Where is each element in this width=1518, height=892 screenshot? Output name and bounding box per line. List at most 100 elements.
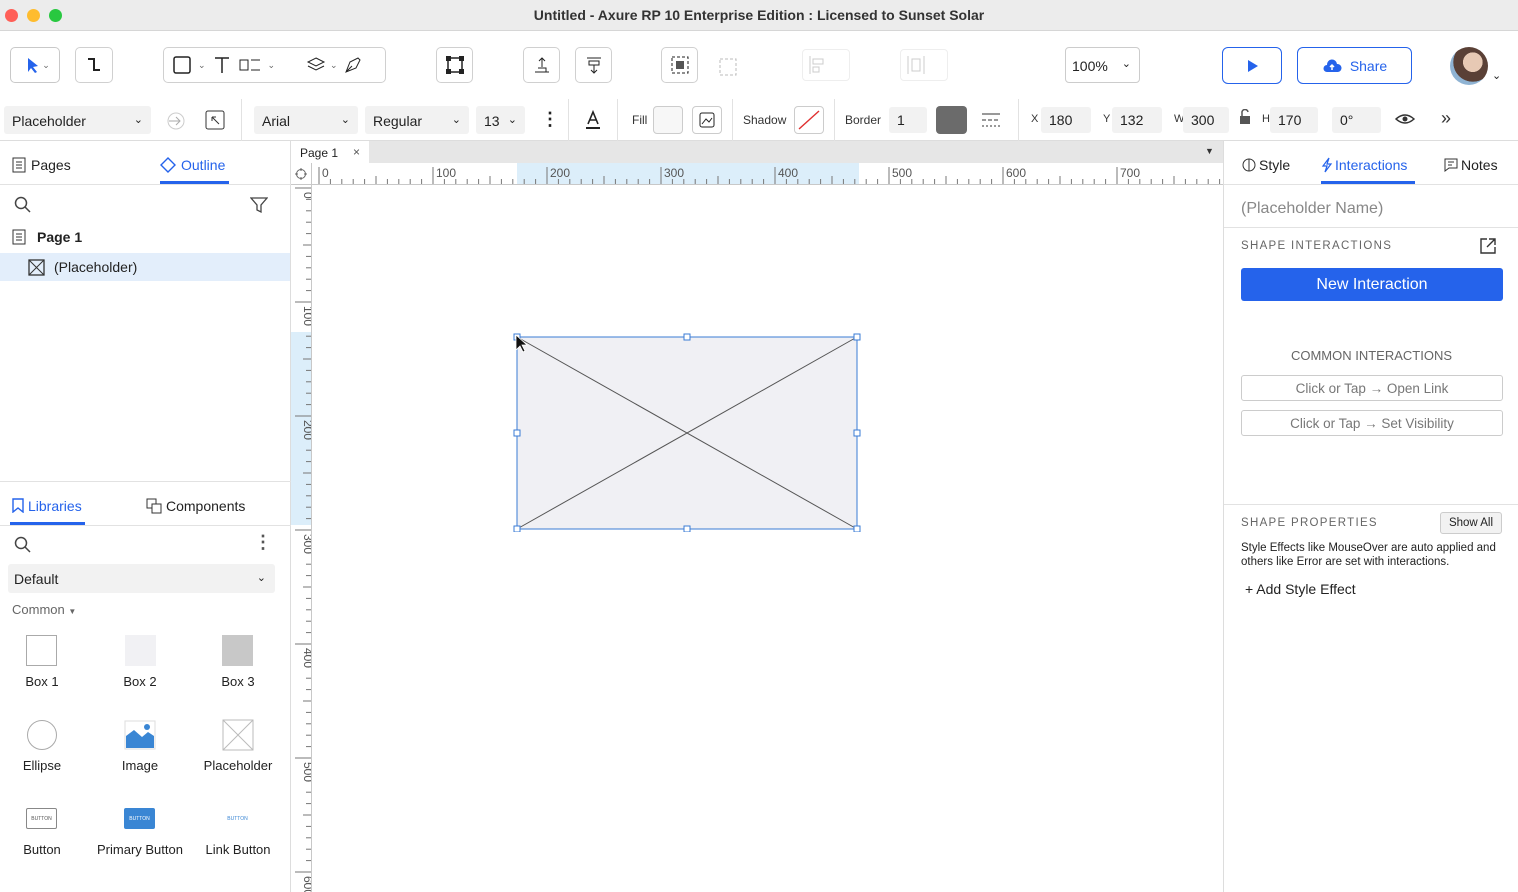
button-icon[interactable]: BUTTON	[26, 808, 57, 829]
chevron-down-icon[interactable]: ⌄	[1492, 69, 1501, 82]
tab-pages[interactable]: Pages	[31, 157, 71, 173]
select-tool-button[interactable]: ⌄	[10, 47, 60, 83]
filter-icon[interactable]	[249, 196, 269, 217]
fill-label: Fill	[632, 113, 648, 127]
widget-style-select[interactable]: Placeholder ⌄	[4, 106, 151, 134]
library-item-ellipse[interactable]: Ellipse	[0, 758, 91, 773]
box1-icon[interactable]	[26, 635, 57, 666]
text-color-button[interactable]	[584, 109, 602, 131]
fill-image-button[interactable]	[692, 106, 722, 134]
tab-style[interactable]: Style	[1259, 157, 1290, 173]
tab-libraries[interactable]: Libraries	[28, 498, 82, 514]
external-link-icon[interactable]	[1479, 237, 1497, 255]
ruler-label: 200	[301, 420, 312, 440]
ruler-label: 500	[892, 166, 912, 180]
search-icon[interactable]	[14, 196, 32, 217]
tab-notes[interactable]: Notes	[1461, 157, 1498, 173]
widget-name-field[interactable]: (Placeholder Name)	[1241, 200, 1383, 218]
rotation-input[interactable]: 0°	[1332, 107, 1381, 133]
ungroup-icon	[719, 58, 737, 76]
ruler-origin[interactable]	[291, 163, 312, 185]
ellipse-icon[interactable]	[26, 719, 58, 751]
ungroup-button[interactable]	[718, 57, 738, 80]
primary-button-icon[interactable]: BUTTON	[124, 808, 155, 829]
distribute-button[interactable]	[900, 49, 948, 81]
pen-icon[interactable]	[342, 54, 364, 76]
format-painter-button[interactable]	[204, 109, 226, 131]
height-input[interactable]: 170	[1270, 107, 1318, 133]
shadow-swatch[interactable]	[794, 106, 824, 134]
close-tab-icon[interactable]: ×	[353, 145, 360, 159]
box3-icon[interactable]	[222, 635, 253, 666]
common-interaction-open-link[interactable]: Click or Tap → Open Link	[1241, 375, 1503, 401]
outline-icon	[160, 157, 176, 176]
visibility-toggle[interactable]	[1394, 111, 1416, 130]
border-color-swatch[interactable]	[936, 106, 967, 134]
library-item-box1[interactable]: Box 1	[0, 674, 91, 689]
library-item-link-button[interactable]: Link Button	[189, 842, 287, 857]
outline-page-item[interactable]: Page 1	[37, 229, 82, 245]
x-input[interactable]: 180	[1041, 107, 1091, 133]
edit-points-button[interactable]	[436, 47, 473, 83]
new-interaction-button[interactable]: New Interaction	[1241, 268, 1503, 301]
library-item-box3[interactable]: Box 3	[189, 674, 287, 689]
bookmark-icon	[12, 498, 24, 516]
ruler-label: 300	[664, 166, 684, 180]
chevrons-right-icon[interactable]: »	[1441, 108, 1451, 129]
group-button[interactable]	[661, 47, 698, 83]
library-select[interactable]: Default ⌄	[8, 564, 275, 593]
library-menu-icon[interactable]: ⋮	[254, 532, 272, 553]
library-item-primary-button[interactable]: Primary Button	[91, 842, 189, 857]
link-button-icon[interactable]: BUTTON	[222, 808, 253, 829]
library-search-icon[interactable]	[14, 536, 32, 557]
show-all-button[interactable]: Show All	[1440, 512, 1502, 534]
tab-page1[interactable]: Page 1 ×	[291, 141, 369, 163]
y-input[interactable]: 132	[1112, 107, 1162, 133]
align-button[interactable]	[802, 49, 850, 81]
library-item-box2[interactable]: Box 2	[91, 674, 189, 689]
placeholder-widget[interactable]	[511, 332, 863, 532]
zoom-select[interactable]: 100% ⌄	[1065, 47, 1140, 83]
tabs-dropdown-icon[interactable]: ▼	[1205, 146, 1214, 156]
font-weight-select[interactable]: Regular ⌄	[365, 106, 469, 134]
common-interaction-set-visibility[interactable]: Click or Tap → Set Visibility	[1241, 410, 1503, 436]
send-to-back-button[interactable]	[575, 47, 612, 83]
box2-icon[interactable]	[125, 635, 156, 666]
bring-to-front-button[interactable]	[523, 47, 560, 83]
top-icon	[586, 57, 601, 74]
library-item-image[interactable]: Image	[91, 758, 189, 773]
connector-tool-button[interactable]	[75, 47, 113, 83]
hotspot-icon[interactable]	[238, 55, 262, 75]
font-family-select[interactable]: Arial ⌄	[254, 106, 358, 134]
ruler-label: 0	[301, 192, 312, 199]
font-size-select[interactable]: 13 ⌄	[476, 106, 525, 134]
tab-interactions[interactable]: Interactions	[1335, 157, 1407, 173]
more-text-options-icon[interactable]: ⋮	[541, 109, 559, 130]
image-icon[interactable]	[124, 719, 156, 751]
library-item-button[interactable]: Button	[0, 842, 91, 857]
ruler-label: 700	[1120, 166, 1140, 180]
width-input[interactable]: 300	[1183, 107, 1229, 133]
text-icon[interactable]	[212, 55, 232, 75]
tab-outline[interactable]: Outline	[181, 157, 225, 173]
outline-placeholder-row[interactable]: (Placeholder)	[0, 253, 290, 281]
share-button[interactable]: Share	[1297, 47, 1412, 84]
fill-color-swatch[interactable]	[653, 106, 683, 134]
section-common[interactable]: Common ▼	[12, 602, 76, 617]
user-avatar[interactable]	[1450, 47, 1488, 85]
lightning-icon	[1321, 157, 1333, 173]
lock-ratio-button[interactable]	[1239, 108, 1251, 128]
tab-components[interactable]: Components	[166, 498, 245, 514]
border-style-button[interactable]	[980, 110, 1002, 133]
border-width-input[interactable]: 1	[889, 107, 927, 133]
layers-icon[interactable]	[306, 55, 326, 75]
cloud-upload-icon	[1323, 58, 1342, 72]
rectangle-icon[interactable]	[172, 55, 192, 75]
add-style-effect-link[interactable]: + Add Style Effect	[1245, 581, 1356, 597]
apply-style-icon[interactable]	[166, 111, 186, 131]
preview-button[interactable]	[1222, 47, 1282, 84]
library-item-placeholder[interactable]: Placeholder	[189, 758, 287, 773]
placeholder-widget-icon[interactable]	[222, 719, 254, 751]
format-painter-icon	[205, 110, 225, 130]
window-title: Untitled - Axure RP 10 Enterprise Editio…	[533, 7, 985, 23]
